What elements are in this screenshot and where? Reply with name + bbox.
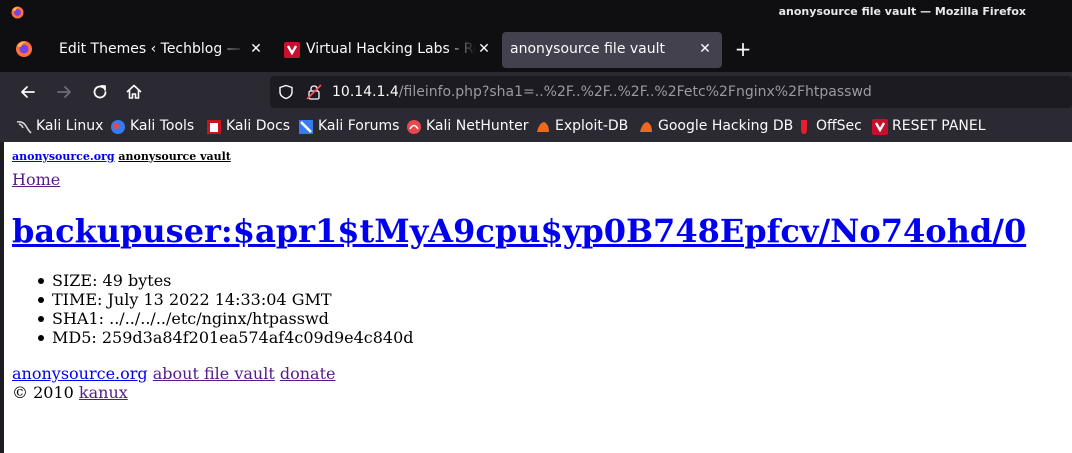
- exploit-db-icon: [537, 122, 549, 132]
- back-arrow-icon[interactable]: [18, 82, 38, 102]
- reload-icon[interactable]: [90, 82, 110, 102]
- forward-arrow-icon[interactable]: [54, 82, 74, 102]
- file-md5: MD5: 259d3a84f201ea574af4c09d9e4c840d: [12, 328, 414, 347]
- footer-links: anonysource.org about file vault donate: [12, 364, 335, 383]
- tab-strip: Edit Themes ‹ Techblog — W ✕ Virtual Hac…: [0, 26, 1072, 72]
- file-info-list: SIZE: 49 bytes TIME: July 13 2022 14:33:…: [12, 271, 414, 347]
- tab-label: anonysource file vault: [510, 41, 666, 57]
- bookmark-label: RESET PANEL: [892, 118, 986, 134]
- kali-tools-icon: [111, 120, 125, 134]
- url-bar[interactable]: 10.14.1.4/fileinfo.php?sha1=..%2F..%2F..…: [270, 76, 1072, 108]
- file-time: TIME: July 13 2022 14:33:04 GMT: [12, 290, 414, 309]
- tab-virtual-hacking-labs[interactable]: Virtual Hacking Labs - Res ✕: [274, 32, 500, 68]
- shield-icon[interactable]: [278, 84, 294, 100]
- copyright: © 2010 kanux: [12, 383, 128, 402]
- window-title: anonysource file vault — Mozilla Firefox: [778, 5, 1026, 18]
- footer-anonysource-link[interactable]: anonysource.org: [12, 364, 148, 383]
- tab-edit-themes[interactable]: Edit Themes ‹ Techblog — W ✕: [46, 32, 272, 68]
- navigation-toolbar: 10.14.1.4/fileinfo.php?sha1=..%2F..%2F..…: [0, 72, 1072, 112]
- ghdb-icon: [640, 122, 652, 132]
- bookmark-label: Kali Tools: [130, 118, 195, 134]
- kali-docs-icon: [207, 120, 221, 134]
- reset-panel-icon: [872, 119, 888, 135]
- bookmark-label: Exploit-DB: [555, 118, 629, 134]
- footer-donate-link[interactable]: donate: [280, 364, 336, 383]
- close-icon[interactable]: ✕: [477, 42, 491, 56]
- site-header: anonysource.org anonysource vault: [12, 150, 231, 163]
- brand-link[interactable]: anonysource.org: [12, 150, 115, 163]
- firefox-view-icon[interactable]: [14, 39, 34, 59]
- nethunter-icon: [407, 120, 421, 134]
- url-text[interactable]: 10.14.1.4/fileinfo.php?sha1=..%2F..%2F..…: [332, 84, 872, 100]
- author-link[interactable]: kanux: [79, 383, 128, 402]
- new-tab-button[interactable]: +: [734, 39, 752, 59]
- kali-forums-icon: [299, 120, 313, 134]
- bookmark-label: Kali Docs: [226, 118, 291, 134]
- vhl-favicon-icon: [284, 42, 300, 58]
- window-titlebar: anonysource file vault — Mozilla Firefox: [0, 0, 1072, 26]
- bookmark-label: Google Hacking DB: [658, 118, 794, 134]
- file-heading-link[interactable]: backupuser:$apr1$tMyA9cpu$yp0B748Epfcv/N…: [12, 212, 1026, 250]
- page-viewport: anonysource.org anonysource vault Home b…: [0, 142, 1072, 453]
- bookmarks-toolbar: Kali Linux Kali Tools Kali Docs Kali For…: [0, 112, 1072, 142]
- firefox-logo-icon: [11, 6, 24, 19]
- kali-dragon-icon: [16, 121, 32, 134]
- bookmark-label: Kali Forums: [318, 118, 400, 134]
- file-sha1: SHA1: ../../../../etc/nginx/htpasswd: [12, 309, 414, 328]
- close-icon[interactable]: ✕: [249, 42, 263, 56]
- url-host: 10.14.1.4: [332, 84, 399, 100]
- close-icon[interactable]: ✕: [698, 42, 712, 56]
- tab-anonysource[interactable]: anonysource file vault ✕: [502, 32, 722, 68]
- file-size: SIZE: 49 bytes: [12, 271, 414, 290]
- copyright-text: © 2010: [12, 383, 74, 402]
- bookmark-label: Kali NetHunter: [426, 118, 529, 134]
- bookmark-label: Kali Linux: [36, 118, 104, 134]
- url-path: /fileinfo.php?sha1=..%2F..%2F..%2F..%2Fe…: [398, 84, 872, 100]
- offsec-icon: [801, 120, 807, 134]
- insecure-lock-icon[interactable]: [306, 84, 322, 100]
- bookmark-label: OffSec: [816, 118, 862, 134]
- brand-text: anonysource vault: [118, 150, 231, 163]
- footer-about-link[interactable]: about file vault: [153, 364, 275, 383]
- home-icon[interactable]: [124, 82, 144, 102]
- home-link[interactable]: Home: [12, 170, 60, 189]
